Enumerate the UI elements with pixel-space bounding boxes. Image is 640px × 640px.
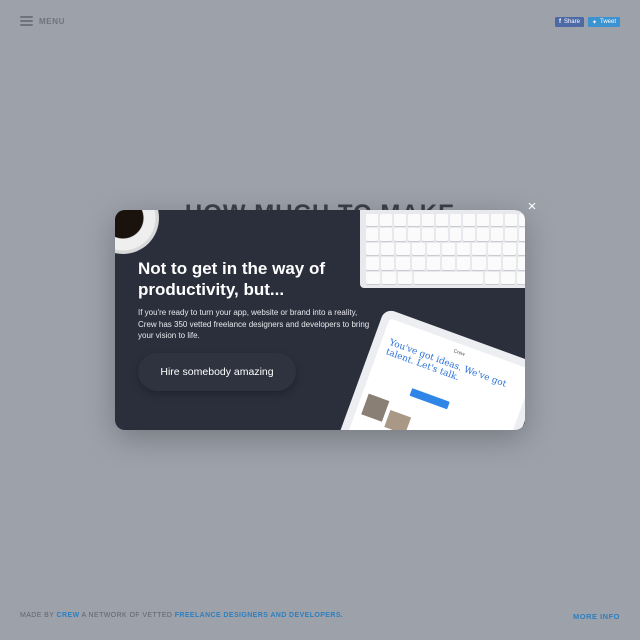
social-buttons: f Share ✦ Tweet — [554, 17, 620, 27]
close-icon[interactable]: × — [525, 199, 539, 214]
menu-button[interactable]: MENU — [20, 16, 65, 26]
share-label: Share — [563, 19, 580, 25]
facebook-share-button[interactable]: f Share — [554, 17, 584, 27]
crew-link[interactable]: CREW — [57, 612, 80, 619]
tablet-button-graphic — [409, 388, 450, 410]
more-info-link[interactable]: MORE INFO — [573, 612, 620, 621]
facebook-icon: f — [558, 19, 561, 25]
hire-button[interactable]: Hire somebody amazing — [138, 353, 296, 391]
tablet-logo: Crew — [452, 348, 466, 358]
coffee-cup-image — [115, 210, 159, 254]
made-by-text: MADE BY — [20, 612, 55, 619]
footer-credits: MADE BY CREW A NETWORK OF VETTED FREELAN… — [20, 612, 343, 619]
hamburger-icon — [20, 16, 33, 26]
tablet-thumbnail — [361, 393, 390, 422]
tweet-button[interactable]: ✦ Tweet — [587, 17, 620, 27]
keyboard-image — [360, 210, 525, 288]
tweet-label: Tweet — [599, 19, 616, 25]
promo-modal: Crew You've got ideas. We've got talent.… — [115, 210, 525, 430]
menu-label: MENU — [39, 16, 65, 26]
twitter-icon: ✦ — [591, 19, 597, 26]
modal-body: If you're ready to turn your app, websit… — [138, 308, 370, 340]
tablet-thumbnail — [384, 410, 412, 430]
modal-title: Not to get in the way of productivity, b… — [138, 259, 325, 299]
network-text: A NETWORK OF VETTED — [81, 612, 173, 619]
freelance-link[interactable]: FREELANCE DESIGNERS AND DEVELOPERS. — [175, 612, 344, 619]
